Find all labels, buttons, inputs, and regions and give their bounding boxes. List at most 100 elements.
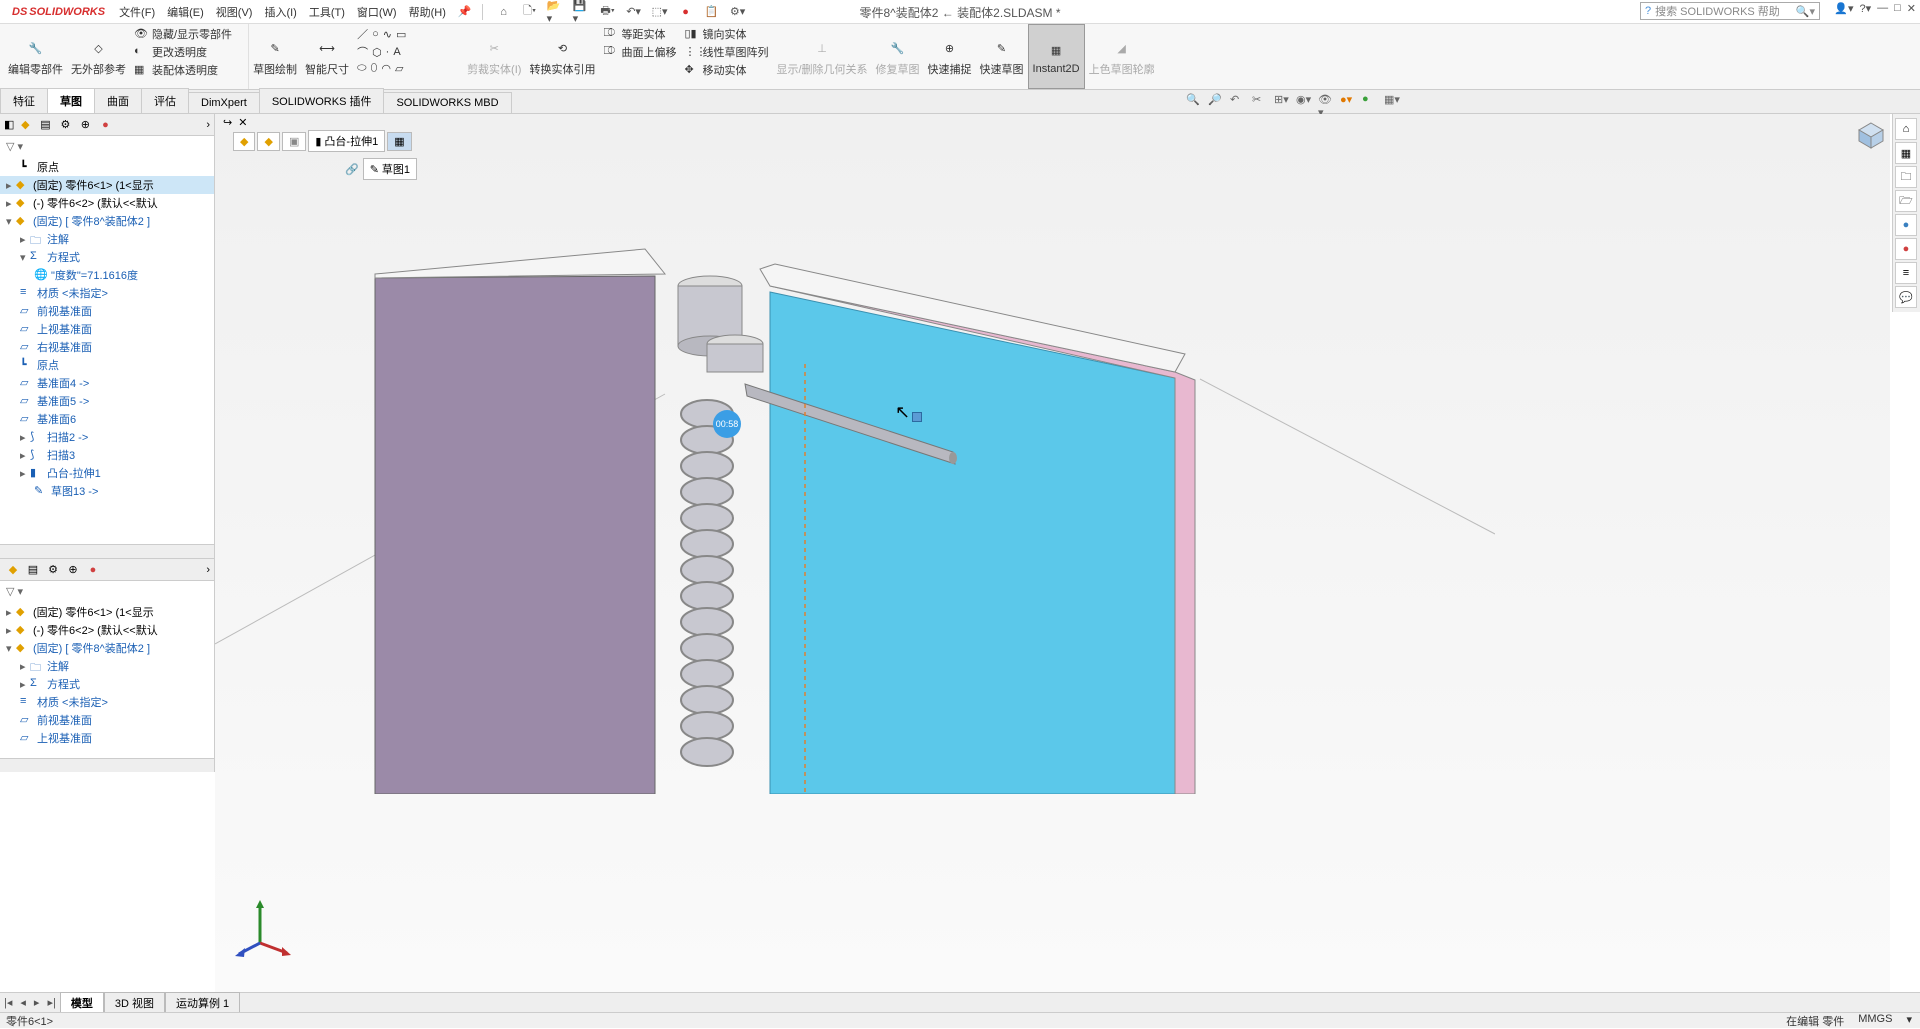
rebuild-icon[interactable]: ● bbox=[677, 3, 695, 21]
mirror-button[interactable]: ▯▮镜向实体 bbox=[684, 26, 768, 42]
design-lib-icon[interactable]: 🗀 bbox=[1895, 166, 1917, 188]
tab-feature[interactable]: 特征 bbox=[0, 88, 48, 113]
tree-plane6[interactable]: ▱基准面6 bbox=[0, 410, 214, 428]
tab-mbd[interactable]: SOLIDWORKS MBD bbox=[383, 92, 511, 113]
convert-button[interactable]: ⟲转换实体引用 bbox=[525, 24, 599, 89]
tab-surface[interactable]: 曲面 bbox=[94, 88, 142, 113]
menu-view[interactable]: 视图(V) bbox=[210, 4, 259, 20]
property-mgr-icon[interactable]: ▤ bbox=[36, 116, 54, 134]
tree-plane4[interactable]: ▱基准面4 -> bbox=[0, 374, 214, 392]
tree-part6-1[interactable]: ▸◆(固定) 零件6<1> (1<显示 bbox=[0, 176, 214, 194]
instant2d-button[interactable]: ▦Instant2D bbox=[1028, 24, 1085, 89]
tree2-part6-2[interactable]: ▸◆(-) 零件6<2> (默认<<默认 bbox=[0, 621, 214, 639]
tree-scrollbar[interactable] bbox=[0, 544, 214, 558]
tab-prev-icon[interactable]: ◂ bbox=[16, 996, 30, 1009]
appearance-icon[interactable]: ●▾ bbox=[1340, 93, 1356, 109]
tree2-front[interactable]: ▱前视基准面 bbox=[0, 711, 214, 729]
feature-tree-icon[interactable]: ◆ bbox=[16, 116, 34, 134]
status-units[interactable]: MMGS bbox=[1858, 1013, 1892, 1029]
feature-tree-icon-2[interactable]: ◆ bbox=[4, 561, 22, 579]
menu-pin-icon[interactable]: 📌 bbox=[452, 5, 478, 18]
select-icon[interactable]: ⬚▾ bbox=[651, 3, 669, 21]
close-icon[interactable]: ✕ bbox=[1907, 2, 1916, 15]
menu-tools[interactable]: 工具(T) bbox=[303, 4, 351, 20]
tree-plane5[interactable]: ▱基准面5 -> bbox=[0, 392, 214, 410]
hide-show-button[interactable]: 👁隐藏/显示零部件 bbox=[134, 26, 232, 42]
tree-front-plane[interactable]: ▱前视基准面 bbox=[0, 302, 214, 320]
selection-handle[interactable] bbox=[912, 412, 922, 422]
shaded-sketch-button[interactable]: ◢上色草图轮廓 bbox=[1085, 24, 1159, 89]
options-icon[interactable]: 📋 bbox=[703, 3, 721, 21]
settings-icon[interactable]: ⚙▾ bbox=[729, 3, 747, 21]
minimize-icon[interactable]: — bbox=[1877, 2, 1888, 15]
move-button[interactable]: ✥移动实体 bbox=[684, 62, 768, 78]
tab-3dview[interactable]: 3D 视图 bbox=[104, 992, 165, 1014]
tab-last-icon[interactable]: ▸| bbox=[43, 996, 59, 1009]
menu-file[interactable]: 文件(F) bbox=[113, 4, 161, 20]
quick-snap-button[interactable]: ⊕快速捕捉 bbox=[924, 24, 976, 89]
view-cube-icon[interactable] bbox=[1856, 120, 1886, 150]
tree2-material[interactable]: ≡材质 <未指定> bbox=[0, 693, 214, 711]
expand-icon[interactable]: › bbox=[206, 119, 210, 131]
maximize-icon[interactable]: □ bbox=[1894, 2, 1901, 15]
resources-icon[interactable]: ▦ bbox=[1895, 142, 1917, 164]
filter-row[interactable]: ▽ ▾ bbox=[0, 136, 214, 156]
undo-icon[interactable]: ↶▾ bbox=[625, 3, 643, 21]
appearances-icon[interactable]: ● bbox=[1895, 238, 1917, 260]
rapid-sketch-button[interactable]: ✎快速草图 bbox=[976, 24, 1028, 89]
status-menu-icon[interactable]: ▾ bbox=[1906, 1013, 1912, 1029]
help-icon-2[interactable]: ?▾ bbox=[1859, 2, 1871, 15]
config-mgr-icon[interactable]: ⚙ bbox=[56, 116, 74, 134]
tree-origin-2[interactable]: ┗原点 bbox=[0, 356, 214, 374]
linear-pattern-button[interactable]: ⋮⋮线性草图阵列 bbox=[684, 44, 768, 60]
tree-sweep2[interactable]: ▸⟆扫描2 -> bbox=[0, 428, 214, 446]
home-pane-icon[interactable]: ⌂ bbox=[1895, 118, 1917, 140]
zoom-fit-icon[interactable]: 🔍 bbox=[1186, 93, 1202, 109]
tree2-part8[interactable]: ▾◆(固定) [ 零件8^装配体2 ] bbox=[0, 639, 214, 657]
menu-window[interactable]: 窗口(W) bbox=[351, 4, 403, 20]
tree-boss-extrude[interactable]: ▸▮凸台-拉伸1 bbox=[0, 464, 214, 482]
display-mgr-icon[interactable]: ● bbox=[96, 116, 114, 134]
tree-material[interactable]: ≡材质 <未指定> bbox=[0, 284, 214, 302]
flyout-icon[interactable]: ◧ bbox=[4, 118, 14, 131]
tab-sketch[interactable]: 草图 bbox=[47, 88, 95, 113]
search-input[interactable]: ? 搜索 SOLIDWORKS 帮助 🔍▾ bbox=[1640, 2, 1820, 20]
section-icon[interactable]: ✂ bbox=[1252, 93, 1268, 109]
tree-top-plane[interactable]: ▱上视基准面 bbox=[0, 320, 214, 338]
tree-part6-2[interactable]: ▸◆(-) 零件6<2> (默认<<默认 bbox=[0, 194, 214, 212]
tree2-annotations[interactable]: ▸🗀注解 bbox=[0, 657, 214, 675]
tree-equations[interactable]: ▾Σ方程式 bbox=[0, 248, 214, 266]
view-orient-icon[interactable]: ⊞▾ bbox=[1274, 93, 1290, 109]
graphics-viewport[interactable]: ↪ ✕ ◆ ◆ ▣ ▮凸台-拉伸1 ▦ 🔗 ✎草图1 bbox=[215, 114, 1890, 994]
print-icon[interactable]: 🖶▾ bbox=[599, 3, 617, 21]
tab-dimxpert[interactable]: DimXpert bbox=[188, 92, 260, 113]
tree-sweep3[interactable]: ▸⟆扫描3 bbox=[0, 446, 214, 464]
tree2-top[interactable]: ▱上视基准面 bbox=[0, 729, 214, 747]
orientation-triad[interactable] bbox=[235, 898, 295, 958]
tab-next-icon[interactable]: ▸ bbox=[30, 996, 44, 1009]
menu-edit[interactable]: 编辑(E) bbox=[161, 4, 210, 20]
tree-part8[interactable]: ▾◆(固定) [ 零件8^装配体2 ] bbox=[0, 212, 214, 230]
user-icon[interactable]: 👤▾ bbox=[1834, 2, 1853, 15]
tab-evaluate[interactable]: 评估 bbox=[141, 88, 189, 113]
view-palette-icon[interactable]: ● bbox=[1895, 214, 1917, 236]
tab-motion[interactable]: 运动算例 1 bbox=[165, 992, 240, 1014]
relations-button[interactable]: ⊥显示/删除几何关系 bbox=[772, 24, 871, 89]
offset-button[interactable]: ⎄等距实体 bbox=[603, 26, 676, 42]
display-style-icon[interactable]: ◉▾ bbox=[1296, 93, 1312, 109]
render-icon[interactable]: ▦▾ bbox=[1384, 93, 1400, 109]
edit-component-button[interactable]: 🔧 编辑零部件 bbox=[4, 24, 67, 89]
trim-button[interactable]: ✂剪裁实体(I) bbox=[463, 24, 525, 89]
surface-offset-button[interactable]: ⎄曲面上偏移 bbox=[603, 44, 676, 60]
prev-view-icon[interactable]: ↶ bbox=[1230, 93, 1246, 109]
tree2-equations[interactable]: ▸Σ方程式 bbox=[0, 675, 214, 693]
smart-dim-button[interactable]: ⟷智能尺寸 bbox=[301, 24, 353, 89]
new-icon[interactable]: 🗋▾ bbox=[521, 3, 539, 21]
tree-sketch13[interactable]: ✎草图13 -> bbox=[0, 482, 214, 500]
custom-props-icon[interactable]: ≡ bbox=[1895, 262, 1917, 284]
dimxpert-mgr-icon[interactable]: ⊕ bbox=[76, 116, 94, 134]
transparency-button[interactable]: ◐更改透明度 bbox=[134, 44, 232, 60]
repair-button[interactable]: 🔧修复草图 bbox=[872, 24, 924, 89]
tree-annotations[interactable]: ▸🗀注解 bbox=[0, 230, 214, 248]
no-external-ref-button[interactable]: ◇ 无外部参考 bbox=[67, 24, 130, 89]
